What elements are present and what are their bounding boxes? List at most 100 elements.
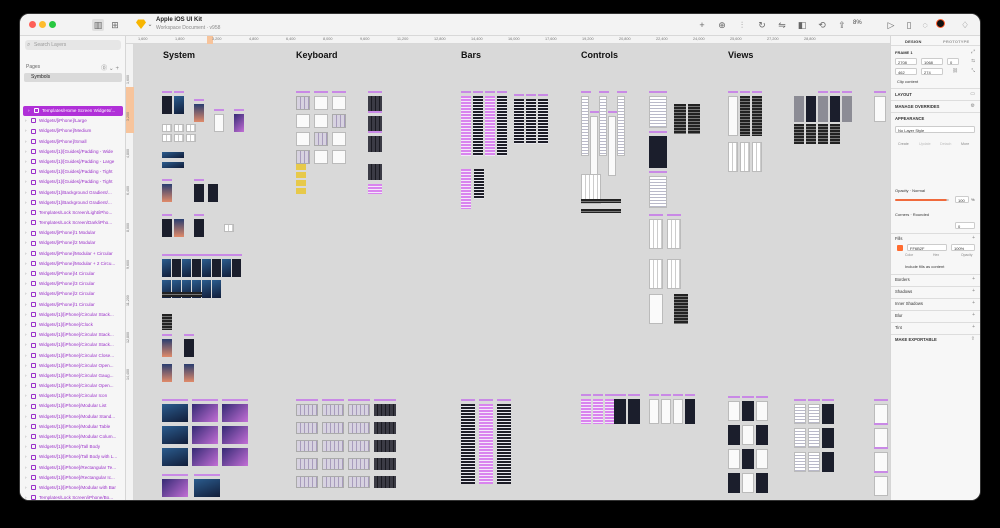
opacity-field[interactable]: 100: [955, 196, 969, 203]
artboard[interactable]: [174, 134, 184, 142]
artboard[interactable]: [162, 448, 188, 466]
search-input[interactable]: ⌕ Search Layers: [25, 40, 121, 50]
fill-opacity-field[interactable]: 100%: [951, 244, 975, 251]
layer-item[interactable]: › Widgets/[1]/[iPhone]/Tall Body: [20, 442, 126, 452]
artboard[interactable]: [742, 449, 754, 469]
zoom-window-button[interactable]: [49, 21, 56, 28]
artboard[interactable]: [368, 184, 382, 194]
artboard[interactable]: [314, 114, 328, 128]
frame-options-icon[interactable]: ⤢: [971, 49, 975, 55]
layer-item[interactable]: › Widgets/[1]/[iPhone]/Modular Stand...: [20, 412, 126, 422]
artboard[interactable]: [162, 96, 172, 114]
artboard[interactable]: [348, 404, 370, 416]
layer-item[interactable]: › Widgets/[1]/[iPhone]/Circular Stack...: [20, 330, 126, 340]
artboard[interactable]: [808, 404, 820, 424]
transform-icon[interactable]: ⟲: [816, 19, 828, 31]
artboard[interactable]: [752, 142, 762, 172]
artboard[interactable]: [514, 99, 524, 144]
boolean-icon[interactable]: ◧: [796, 19, 808, 31]
artboard[interactable]: [667, 219, 681, 249]
artboard[interactable]: [756, 401, 768, 421]
layer-item[interactable]: › Widgets/[iPhone]/Large: [20, 116, 126, 126]
artboard[interactable]: [368, 96, 382, 112]
artboard[interactable]: [214, 114, 224, 132]
artboard[interactable]: [830, 96, 840, 122]
artboard[interactable]: [162, 479, 188, 497]
artboard[interactable]: [296, 164, 306, 170]
artboard[interactable]: [162, 124, 172, 132]
layer-item[interactable]: › Templates/Lock Screen/Dark/iPho...: [20, 218, 126, 228]
x-field[interactable]: 2708: [895, 58, 917, 65]
artboard[interactable]: [208, 184, 218, 202]
sidebar-toggle-icon[interactable]: ▥: [92, 19, 104, 31]
layer-item[interactable]: › Widgets/[1]/[iPhone]/Circular Stack...: [20, 340, 126, 350]
artboard[interactable]: [649, 176, 667, 208]
artboard[interactable]: [186, 134, 196, 142]
artboard[interactable]: [461, 96, 471, 156]
layer-item[interactable]: › Widgets/[1]/[iPhone]/Modular List: [20, 401, 126, 411]
artboard[interactable]: [374, 458, 396, 470]
artboard[interactable]: [808, 428, 820, 448]
tab-prototype[interactable]: PROTOTYPE: [943, 39, 969, 44]
artboard[interactable]: [162, 364, 172, 382]
artboard[interactable]: [479, 404, 493, 484]
artboard[interactable]: [332, 114, 346, 128]
artboard[interactable]: [222, 426, 248, 444]
add-inner-shadow-icon[interactable]: +: [972, 300, 975, 306]
rotate-icon[interactable]: ↻: [756, 19, 768, 31]
artboard[interactable]: [314, 150, 328, 164]
artboard[interactable]: [728, 473, 740, 493]
artboard[interactable]: [192, 404, 218, 422]
artboard[interactable]: [674, 104, 686, 134]
artboard[interactable]: [822, 404, 834, 424]
artboard[interactable]: [874, 476, 888, 496]
export-icon[interactable]: ⇪: [836, 19, 848, 31]
artboard[interactable]: [162, 339, 172, 357]
layer-item[interactable]: › Widgets/[1]/[iPhone]/Tall Body with L..…: [20, 452, 126, 462]
vertical-ruler[interactable]: 1,600 3,200 4,800 6,400 8,000 9,600 11,200 12,8…: [126, 44, 134, 500]
artboard[interactable]: [182, 259, 191, 277]
layer-item[interactable]: › Widgets/[1]/[Guides]/Padding - Tight: [20, 177, 126, 187]
artboard[interactable]: [332, 132, 346, 146]
align-icon[interactable]: ⫶: [736, 19, 748, 31]
artboard[interactable]: [184, 364, 194, 382]
artboard[interactable]: [593, 399, 603, 424]
artboard[interactable]: [322, 440, 344, 452]
artboard[interactable]: [296, 150, 310, 164]
artboard[interactable]: [649, 219, 663, 249]
artboard[interactable]: [649, 96, 667, 128]
artboard[interactable]: [222, 259, 231, 277]
artboard[interactable]: [874, 452, 888, 472]
artboard[interactable]: [497, 96, 507, 156]
artboard[interactable]: [202, 280, 211, 298]
artboard[interactable]: [474, 169, 484, 199]
mirror-icon[interactable]: ▯: [904, 19, 914, 31]
artboard[interactable]: [742, 473, 754, 493]
artboard[interactable]: [322, 458, 344, 470]
artboard[interactable]: [162, 259, 171, 277]
corners-label[interactable]: Corners · Rounded: [895, 212, 929, 217]
artboard[interactable]: [296, 476, 318, 488]
artboard[interactable]: [348, 440, 370, 452]
artboard[interactable]: [162, 314, 172, 330]
layer-item[interactable]: › Widgets/[1]/[iPhone]/Modular with Bar: [20, 483, 126, 493]
artboard[interactable]: [830, 124, 840, 144]
avatar[interactable]: [934, 19, 946, 31]
artboard[interactable]: [162, 162, 184, 168]
artboard[interactable]: [685, 399, 695, 424]
artboard[interactable]: [742, 425, 754, 445]
artboard[interactable]: [374, 404, 396, 416]
artboard[interactable]: [186, 124, 196, 132]
artboard[interactable]: [649, 294, 663, 324]
opacity-slider[interactable]: [895, 199, 949, 201]
artboard[interactable]: [794, 124, 804, 144]
shadows-section[interactable]: Shadows: [895, 289, 912, 294]
artboard[interactable]: [296, 96, 310, 110]
horizontal-ruler[interactable]: 1,600 1,800 3,200 4,800 6,400 8,000 9,600 11,20…: [126, 36, 890, 44]
artboard[interactable]: [806, 96, 816, 122]
artboard[interactable]: [296, 404, 318, 416]
tab-design[interactable]: DESIGN: [905, 39, 922, 44]
artboard[interactable]: [194, 479, 220, 497]
artboard[interactable]: [649, 259, 663, 289]
artboard[interactable]: [581, 399, 591, 424]
